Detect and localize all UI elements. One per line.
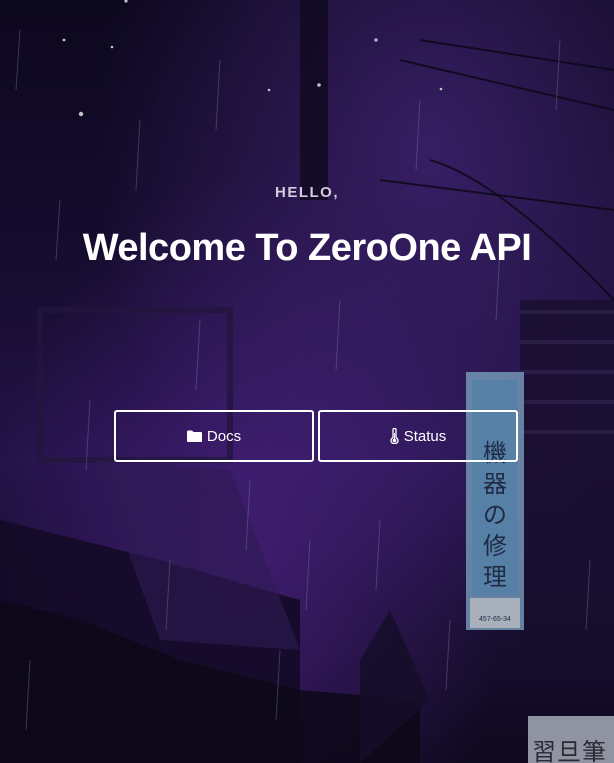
hero-eyebrow: HELLO, bbox=[275, 184, 339, 201]
status-button[interactable]: Status bbox=[318, 410, 518, 462]
folder-icon bbox=[186, 430, 202, 442]
status-button-label: Status bbox=[403, 427, 447, 445]
hero-title: Welcome To ZeroOne API bbox=[82, 227, 532, 269]
docs-button-label: Docs bbox=[206, 427, 242, 445]
thermometer-icon bbox=[390, 428, 399, 444]
hero-content: HELLO, Welcome To ZeroOne API Docs Statu… bbox=[0, 0, 614, 763]
docs-button[interactable]: Docs bbox=[114, 410, 314, 462]
